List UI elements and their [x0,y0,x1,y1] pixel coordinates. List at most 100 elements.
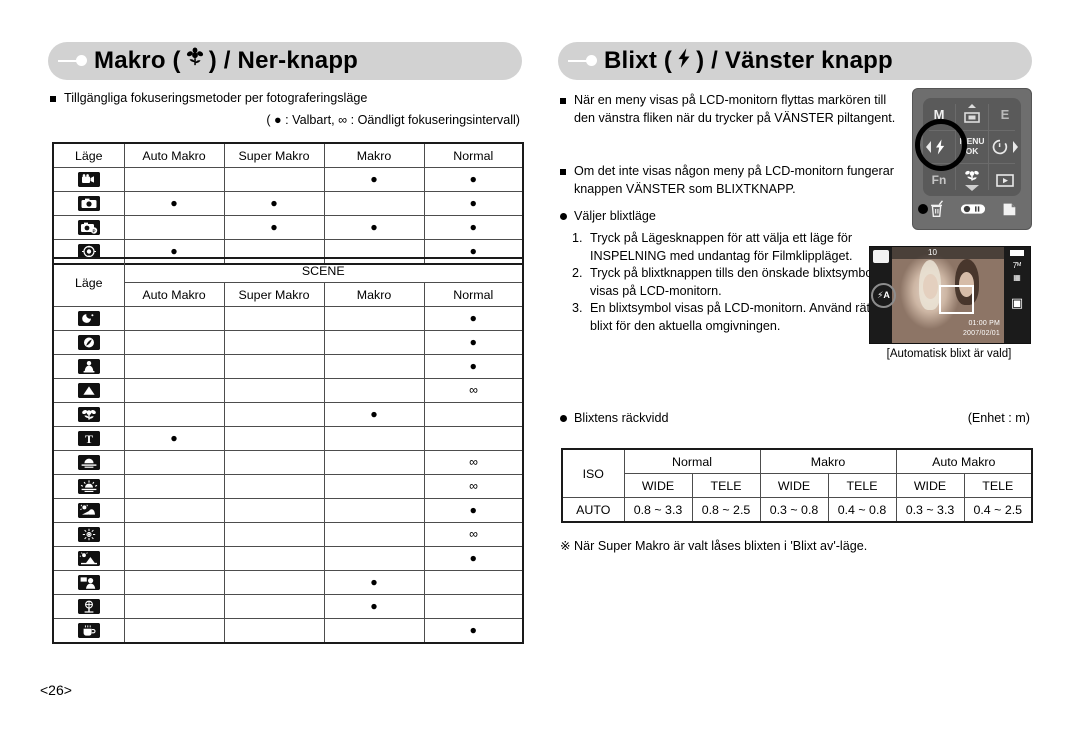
table-row: P ● ● ● [52,215,524,240]
table-row: AUTO 0.8 ~ 3.3 0.8 ~ 2.5 0.3 ~ 0.8 0.4 ~… [561,497,1033,523]
table-cell: ● [323,215,425,240]
scene-sub-header-cell: Auto Makro [123,282,225,307]
iso-sub-header: WIDE [759,473,829,498]
page-number: <26> [40,682,72,698]
step-number: 2. [572,266,583,280]
table1-header-row: Läge Auto Makro Super Makro Makro Normal [52,142,524,168]
table-cell [323,354,425,379]
lcd-date-stamp: 2007/02/01 [962,330,1000,337]
table-row: ∞ [52,474,524,499]
step-text: Tryck på Lägesknappen för att välja ett … [590,231,853,263]
table-cell [123,522,225,547]
scene-sub-header-cell: Super Makro [223,282,325,307]
cafe-icon [77,623,100,639]
table-cell: ∞ [423,474,524,499]
mode-icon-cell [52,167,125,192]
unit-label-text: (Enhet : m) [967,411,1030,425]
table-cell: ● [123,191,225,216]
play-icon [996,173,1014,187]
e-dial-icon[interactable] [960,202,986,221]
play-button[interactable] [989,164,1021,196]
table-cell [223,474,325,499]
display-icon [964,104,980,123]
lcd-resolution: 7ᴹ [1012,261,1022,270]
right-timer-button[interactable] [989,131,1021,163]
table-cell [123,570,225,595]
table-cell [223,167,325,192]
table-cell: ● [223,191,325,216]
table1-header-cell: Läge [52,142,125,168]
table-cell [223,570,325,595]
left-header-title-before: Makro ( [94,47,181,74]
table-cell [323,306,425,331]
e-button[interactable]: E [989,98,1021,130]
delete-trash-icon[interactable] [927,199,947,224]
flash-bolt-icon [675,47,693,76]
mode-icon-cell [52,474,125,499]
iso-group-header: Makro [759,448,897,474]
table-cell: ● [423,215,524,240]
af-focus-box [939,285,975,315]
table-cell [123,594,225,619]
table1-header-cell: Makro [323,142,425,168]
table-row: ● [52,306,524,331]
mode-icon-cell [52,330,125,355]
macro-flower-icon [965,170,979,181]
focus-mode-table-1: Läge Auto Makro Super Makro Makro Normal… [52,142,524,265]
list-item: 3. En blixtsymbol visas på LCD-monitorn.… [572,300,890,335]
table-cell [323,618,425,644]
unit-label: (Enhet : m) [830,410,1030,428]
macro-down-button[interactable] [956,164,988,196]
scene-sub-header-row: Auto Makro Super Makro Makro Normal [53,282,524,307]
mode-icon-cell [52,402,125,427]
table-row: ● ● [52,167,524,192]
mode-icon-cell: P [52,215,125,240]
table-cell: ● [323,570,425,595]
table-cell [223,498,325,523]
iso-sub-header: TELE [827,473,897,498]
night-icon [77,311,100,327]
food-icon [77,599,100,615]
fireworks-icon [77,527,100,543]
table-cell [223,522,325,547]
table-cell: ● [423,618,524,644]
portrait-icon [77,335,100,351]
table-cell [223,450,325,475]
beach-snow-icon [77,551,100,567]
step-text: En blixtsymbol visas på LCD-monitorn. An… [590,301,874,333]
table-cell: ● [423,306,524,331]
sunset-icon [77,455,100,471]
list-item: 1. Tryck på Lägesknappen för att välja e… [572,230,890,265]
right-bullet-1-text: När en meny visas på LCD-monitorn flytta… [574,93,896,125]
range-value: 0.3 ~ 3.3 [895,497,965,523]
step-number: 3. [572,301,583,315]
table-cell: ∞ [423,378,524,403]
lcd-mode-icon [873,250,889,263]
right-bullet-2-text: Om det inte visas någon meny på LCD-moni… [574,164,894,196]
table-row: ∞ [52,378,524,403]
print-icon[interactable] [999,200,1019,223]
table-cell [323,378,425,403]
table-cell [123,378,225,403]
lcd-shot-counter: 10 [928,248,937,257]
lcd-metering-icon: ▣ [1010,295,1024,310]
auto-camera-icon [77,196,100,212]
mode-icon-cell [52,191,125,216]
table-cell [123,215,225,240]
table-cell: ∞ [423,450,524,475]
mode-icon-cell [52,378,125,403]
table1-header-cell: Super Makro [223,142,325,168]
children-icon [77,359,100,375]
lcd-time-stamp: 01:00 PM [968,320,1000,327]
table-cell [223,330,325,355]
header-bullet-marker [48,42,94,80]
lcd-flash-mode-indicator: ⚡A [871,283,896,308]
left-header-title-after: ) / Ner-knapp [208,47,359,74]
header-bullet-marker [558,42,604,80]
right-section-header: Blixt ( ) / Vänster knapp [558,42,1032,80]
display-button[interactable] [956,98,988,130]
mode-icon-cell [52,570,125,595]
mode-icon-cell [52,450,125,475]
iso-group-header-row: ISO Normal Makro Auto Makro [561,448,1033,498]
range-value: 0.8 ~ 3.3 [623,497,693,523]
